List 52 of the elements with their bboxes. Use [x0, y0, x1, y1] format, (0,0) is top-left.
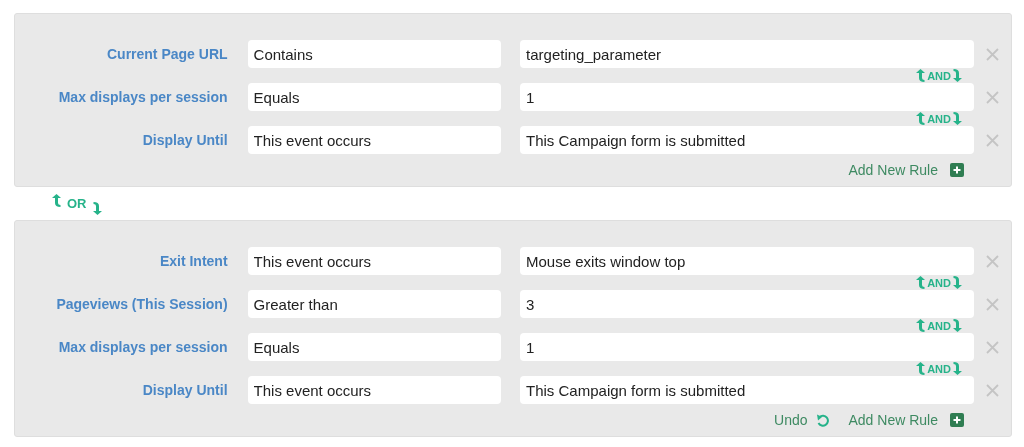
- operator-field[interactable]: Equals: [247, 83, 502, 111]
- close-icon: [986, 297, 1000, 311]
- down-arrow-icon: [953, 69, 962, 82]
- operator-field[interactable]: This event occurs: [247, 376, 502, 404]
- connector-label: OR: [67, 196, 87, 211]
- value-field[interactable]: This Campaign form is submitted: [520, 376, 975, 404]
- add-rule-button[interactable]: Add New Rule: [848, 162, 964, 178]
- close-icon: [986, 47, 1000, 61]
- down-arrow-icon: [953, 362, 962, 375]
- rule-label: Display Until: [141, 132, 228, 148]
- close-icon: [986, 254, 1000, 268]
- connector-label: AND: [927, 319, 951, 332]
- up-arrow-icon: [52, 194, 61, 207]
- undo-icon: [815, 413, 829, 427]
- close-icon: [986, 90, 1000, 104]
- plus-icon: [950, 163, 964, 177]
- up-arrow-icon: [916, 362, 926, 375]
- value-field[interactable]: This Campaign form is submitted: [520, 126, 975, 154]
- value-field[interactable]: 1: [520, 333, 975, 361]
- connector-label: AND: [927, 69, 951, 82]
- down-arrow-icon: [953, 319, 962, 332]
- rule-label: Current Page URL: [105, 46, 228, 62]
- close-icon: [986, 133, 1000, 147]
- undo-button[interactable]: Undo: [774, 412, 829, 428]
- rule-label: Max displays per session: [57, 339, 228, 355]
- value-field[interactable]: 1: [520, 83, 975, 111]
- up-arrow-icon: [916, 69, 926, 82]
- operator-field[interactable]: Contains: [247, 40, 502, 68]
- value-field[interactable]: targeting_parameter: [520, 40, 975, 68]
- operator-field[interactable]: Equals: [247, 333, 502, 361]
- up-arrow-icon: [916, 276, 926, 289]
- up-arrow-icon: [916, 319, 926, 332]
- value-field[interactable]: 3: [520, 290, 975, 318]
- down-arrow-icon: [953, 112, 962, 125]
- value-field[interactable]: Mouse exits window top: [520, 247, 975, 275]
- up-arrow-icon: [916, 112, 926, 125]
- rule-label: Exit Intent: [158, 253, 228, 269]
- operator-field[interactable]: This event occurs: [247, 126, 502, 154]
- operator-field[interactable]: This event occurs: [247, 247, 502, 275]
- connector-label: AND: [927, 276, 951, 289]
- close-icon: [986, 383, 1000, 397]
- connector-label: AND: [927, 362, 951, 375]
- operator-field[interactable]: Greater than: [247, 290, 502, 318]
- plus-icon: [950, 413, 964, 427]
- down-arrow-icon: [953, 276, 962, 289]
- down-arrow-icon: [92, 202, 102, 215]
- add-rule-button[interactable]: Add New Rule: [848, 412, 964, 428]
- close-icon: [986, 340, 1000, 354]
- rule-label: Max displays per session: [57, 89, 228, 105]
- connector-label: AND: [927, 112, 951, 125]
- rule-label: Pageviews (This Session): [55, 296, 228, 312]
- rule-label: Display Until: [141, 382, 228, 398]
